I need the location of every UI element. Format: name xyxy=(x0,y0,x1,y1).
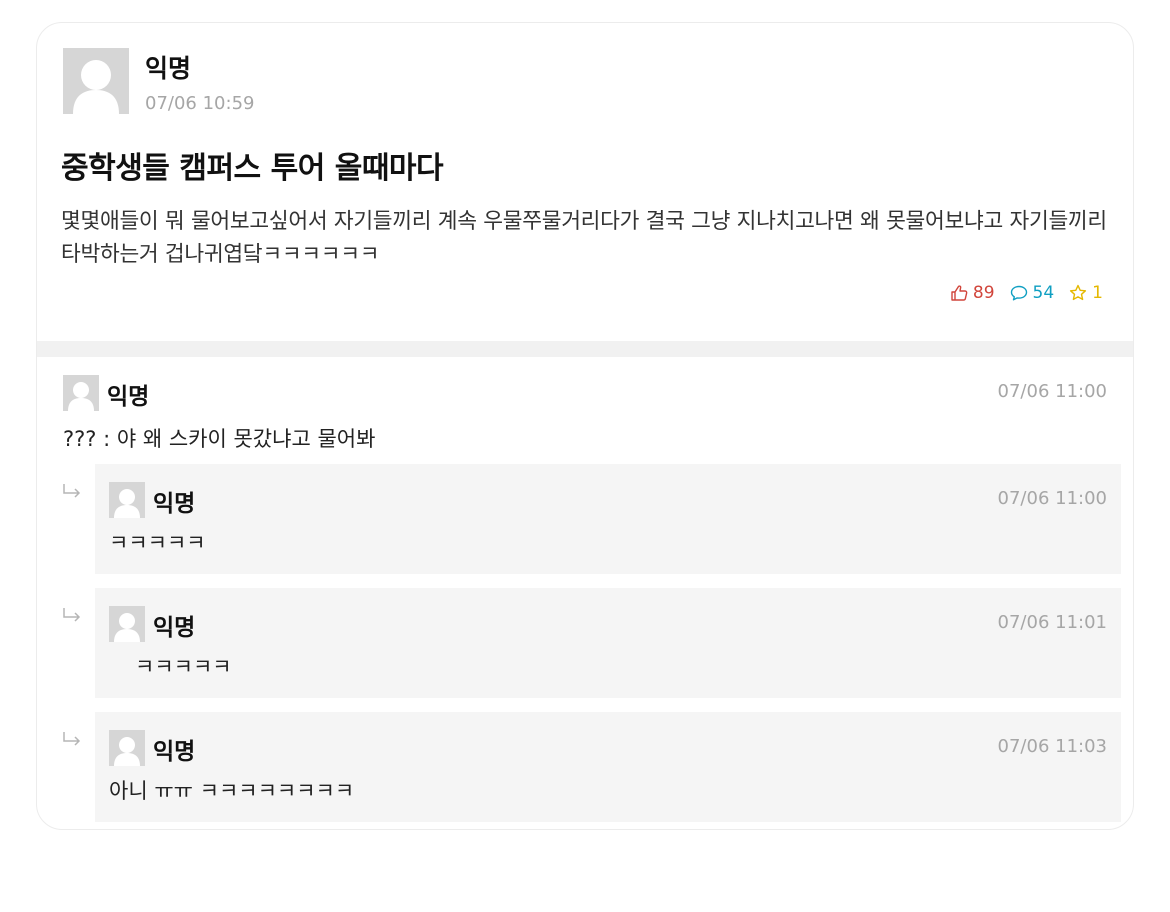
reply-text: 아니 ㅠㅠ ㅋㅋㅋㅋㅋㅋㅋㅋ xyxy=(109,779,355,803)
avatar[interactable] xyxy=(63,375,99,411)
reply-author: 익명 xyxy=(153,739,196,765)
speech-bubble-icon xyxy=(1010,285,1027,301)
comment: 익명 07/06 11:00 ??? : 야 왜 스카이 못갔냐고 물어봐 xyxy=(37,357,1133,457)
post-stats: 89 54 1 xyxy=(949,283,1103,303)
post-author: 익명 xyxy=(145,54,192,83)
scrap-count-value: 1 xyxy=(1092,283,1103,303)
avatar[interactable] xyxy=(109,730,145,766)
reply-text: ㅋㅋㅋㅋㅋ xyxy=(109,531,206,555)
thumbs-up-icon xyxy=(951,285,968,301)
post-card: 익명 07/06 10:59 중학생들 캠퍼스 투어 올때마다 몇몇애들이 뭐 … xyxy=(36,22,1134,830)
scrap-count[interactable]: 1 xyxy=(1068,283,1103,303)
avatar[interactable] xyxy=(109,606,145,642)
default-profile-icon xyxy=(109,730,145,766)
default-profile-icon xyxy=(63,48,129,114)
reply-author: 익명 xyxy=(153,491,196,517)
post: 익명 07/06 10:59 중학생들 캠퍼스 투어 올때마다 몇몇애들이 뭐 … xyxy=(37,23,1133,341)
reply-arrow-icon xyxy=(61,606,83,626)
reply-arrow-icon xyxy=(61,730,83,750)
comment-count-value: 54 xyxy=(1032,283,1055,303)
comment-text: ??? : 야 왜 스카이 못갔냐고 물어봐 xyxy=(63,427,376,451)
avatar[interactable] xyxy=(109,482,145,518)
comment-time: 07/06 11:00 xyxy=(997,381,1107,402)
reply-arrow-icon xyxy=(61,482,83,502)
like-count[interactable]: 89 xyxy=(949,283,995,303)
default-profile-icon xyxy=(63,375,99,411)
reply-time: 07/06 11:01 xyxy=(997,612,1107,633)
reply-author: 익명 xyxy=(153,615,196,641)
section-divider xyxy=(37,341,1133,357)
default-profile-icon xyxy=(109,606,145,642)
comment-count[interactable]: 54 xyxy=(1009,283,1055,303)
avatar[interactable] xyxy=(63,48,129,114)
default-profile-icon xyxy=(109,482,145,518)
reply-time: 07/06 11:03 xyxy=(997,736,1107,757)
reply-comment: 익명 07/06 11:00 ㅋㅋㅋㅋㅋ xyxy=(63,464,1121,574)
reply-comment: 익명 07/06 11:03 아니 ㅠㅠ ㅋㅋㅋㅋㅋㅋㅋㅋ xyxy=(63,712,1121,822)
reply-time: 07/06 11:00 xyxy=(997,488,1107,509)
post-body: 몇몇애들이 뭐 물어보고싶어서 자기들끼리 계속 우물쭈물거리다가 결국 그냥 … xyxy=(61,209,1107,267)
reply-comment: 익명 07/06 11:01 ㅋㅋㅋㅋㅋ xyxy=(63,588,1121,698)
post-title: 중학생들 캠퍼스 투어 올때마다 xyxy=(61,151,444,186)
star-icon xyxy=(1070,284,1087,301)
reply-text: ㅋㅋㅋㅋㅋ xyxy=(135,655,232,679)
comment-author: 익명 xyxy=(107,384,150,410)
like-count-value: 89 xyxy=(972,283,995,303)
post-time: 07/06 10:59 xyxy=(145,93,255,114)
